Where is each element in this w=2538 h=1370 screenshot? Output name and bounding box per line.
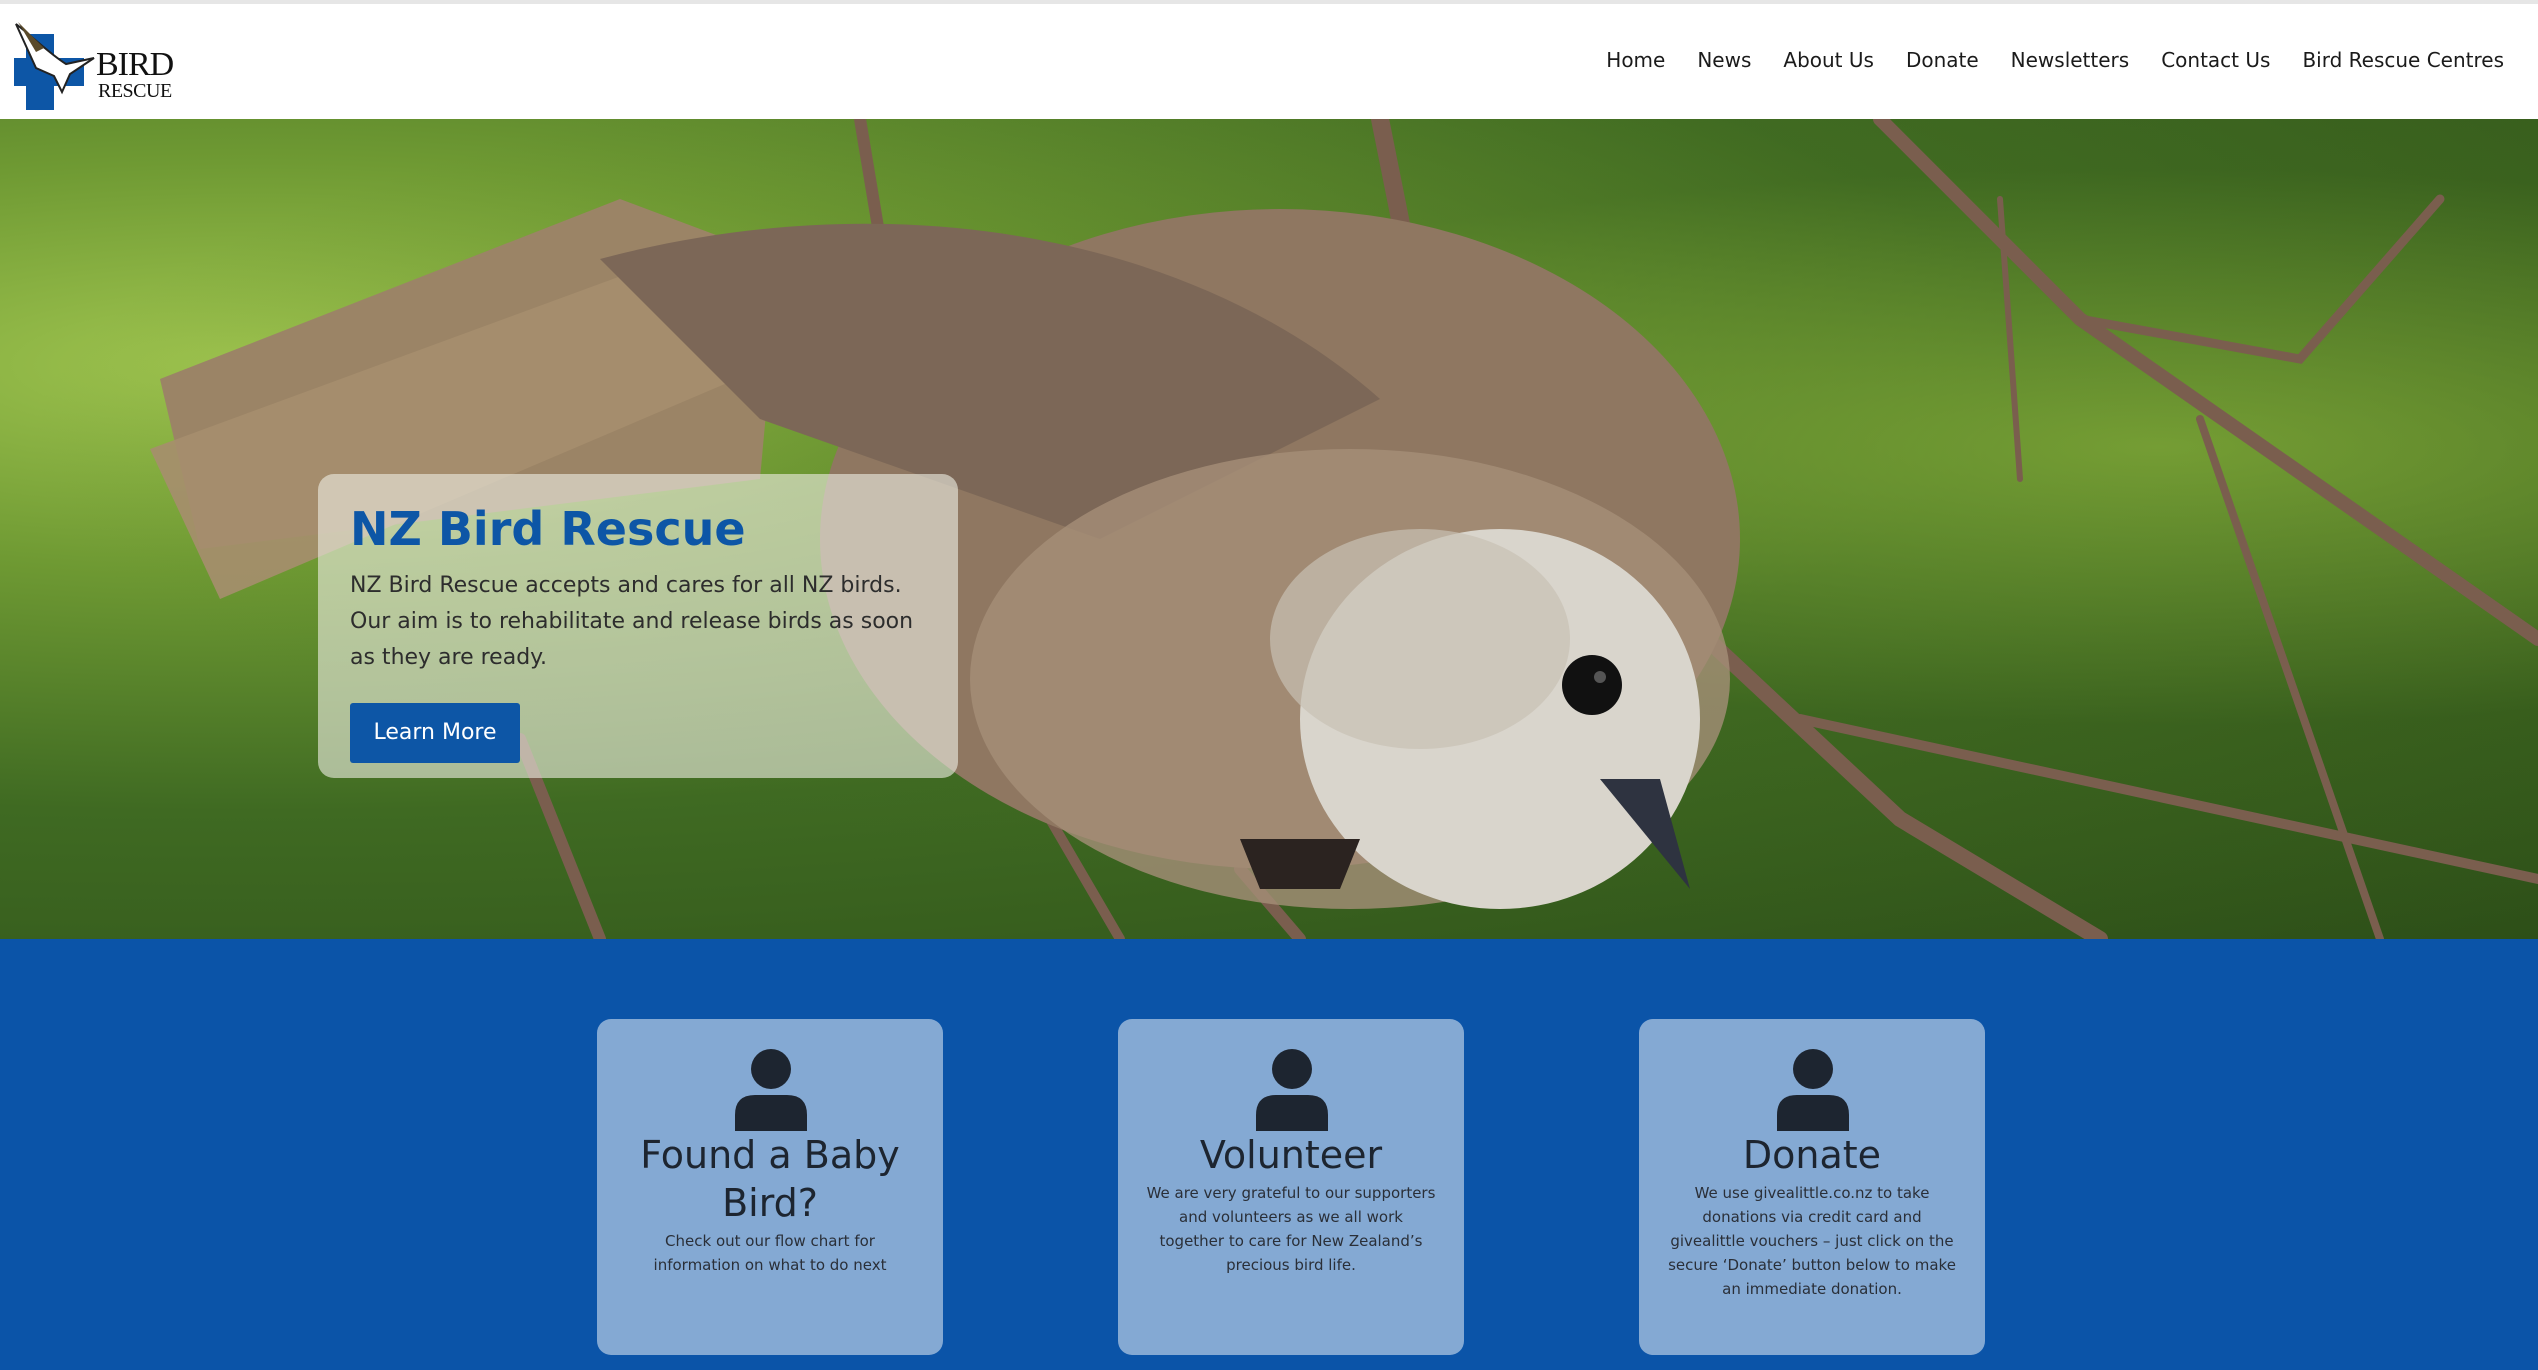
site-logo[interactable]: BIRD RESCUE <box>14 18 174 110</box>
nav-donate[interactable]: Donate <box>1906 48 1979 72</box>
card-found-baby-bird[interactable]: Found a Baby Bird? Check out our flow ch… <box>597 1019 943 1355</box>
card-text: We use givealittle.co.nz to take donatio… <box>1668 1184 1956 1298</box>
nav-news[interactable]: News <box>1697 48 1751 72</box>
logo-text-bird: BIRD <box>96 46 174 83</box>
user-icon <box>1256 1049 1328 1131</box>
nav-bird-rescue-centres[interactable]: Bird Rescue Centres <box>2302 48 2504 72</box>
card-title: Volunteer <box>1199 1133 1383 1177</box>
card-text: We are very grateful to our supporters a… <box>1146 1184 1436 1274</box>
user-icon <box>735 1049 807 1131</box>
hero-info-card: NZ Bird Rescue NZ Bird Rescue accepts an… <box>318 474 958 778</box>
hero-banner: NZ Bird Rescue NZ Bird Rescue accepts an… <box>0 119 2538 939</box>
nav-home[interactable]: Home <box>1606 48 1665 72</box>
card-volunteer[interactable]: Volunteer We are very grateful to our su… <box>1118 1019 1464 1355</box>
card-title: Donate <box>1742 1133 1882 1177</box>
learn-more-button[interactable]: Learn More <box>350 703 520 763</box>
main-nav: Home News About Us Donate Newsletters Co… <box>1574 48 2504 72</box>
nav-contact-us[interactable]: Contact Us <box>2161 48 2270 72</box>
nav-about-us[interactable]: About Us <box>1783 48 1874 72</box>
card-title: Found a Baby Bird? <box>640 1133 900 1225</box>
card-text: Check out our flow chart for information… <box>653 1232 887 1274</box>
site-header: BIRD RESCUE Home News About Us Donate Ne… <box>0 4 2538 119</box>
feature-section: Found a Baby Bird? Check out our flow ch… <box>0 939 2538 1370</box>
logo-text-rescue: RESCUE <box>98 80 172 102</box>
user-icon <box>1777 1049 1849 1131</box>
card-donate[interactable]: Donate We use givealittle.co.nz to take … <box>1639 1019 1985 1355</box>
nav-newsletters[interactable]: Newsletters <box>2011 48 2130 72</box>
hero-title: NZ Bird Rescue <box>350 502 746 556</box>
hero-description: NZ Bird Rescue accepts and cares for all… <box>350 573 914 670</box>
